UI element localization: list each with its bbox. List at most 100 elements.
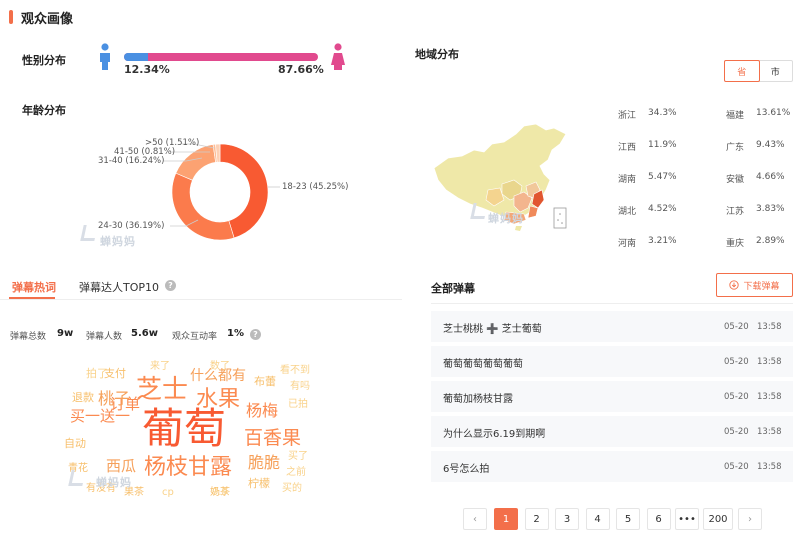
tab-top10[interactable]: 弹幕达人TOP10 <box>79 279 159 295</box>
region-value: 5.47% <box>648 172 677 182</box>
map-watermark-text: 蝉妈妈 <box>488 212 524 225</box>
interaction-rate-value: 1% <box>227 328 244 339</box>
word-cloud-word: 柠檬 <box>248 477 270 490</box>
danmu-text: 葡萄加杨枝甘露 <box>443 394 513 405</box>
male-percent: 12.34% <box>124 63 170 76</box>
word-cloud-word: 西瓜 <box>106 457 137 475</box>
toggle-province[interactable]: 省 <box>724 60 760 82</box>
word-cloud-word: 芝士 <box>136 375 189 405</box>
region-value: 4.66% <box>756 172 785 182</box>
help-icon[interactable]: ? <box>165 280 176 291</box>
word-cloud-word: 来了 <box>150 361 170 372</box>
danmu-row: 葡萄加杨枝甘露 05-20 13:58 <box>431 381 793 412</box>
next-page-button[interactable]: › <box>738 508 762 530</box>
danmu-row: 6号怎么拍 05-20 13:58 <box>431 451 793 482</box>
female-percent: 87.66% <box>278 63 324 76</box>
word-cloud-word: cp <box>162 487 174 498</box>
region-value: 3.83% <box>756 204 785 214</box>
region-label: 地域分布 <box>415 48 459 61</box>
word-cloud-word: 退款 <box>72 391 94 404</box>
page-ellipsis[interactable]: ••• <box>675 508 699 530</box>
prev-page-button[interactable]: ‹ <box>463 508 487 530</box>
danmu-time: 13:58 <box>757 392 782 402</box>
region-name: 重庆 <box>726 239 745 249</box>
region-value: 2.89% <box>756 236 785 246</box>
watermark-text: 蝉妈妈 <box>100 235 136 248</box>
word-cloud-word: 脆脆 <box>248 453 281 472</box>
region-name: 福建 <box>726 111 745 121</box>
word-cloud-word: 买的 <box>282 483 302 494</box>
danmu-text: 葡萄葡萄葡萄葡萄 <box>443 359 523 370</box>
region-name: 江苏 <box>726 207 745 217</box>
danmu-text: 为什么显示6.19到期啊 <box>443 429 546 440</box>
female-icon <box>331 43 345 70</box>
download-label: 下载弹幕 <box>743 281 780 292</box>
page-button-2[interactable]: 2 <box>524 508 549 530</box>
word-cloud-word: 自动 <box>64 437 86 450</box>
danmu-date: 05-20 <box>724 322 749 332</box>
download-danmu-button[interactable]: 下载弹幕 <box>716 273 793 297</box>
word-cloud-word: 有吗 <box>290 381 310 392</box>
danmu-divider <box>431 303 793 304</box>
region-name: 湖北 <box>618 207 637 217</box>
age-label: 年龄分布 <box>22 104 66 117</box>
danmu-time: 13:58 <box>757 427 782 437</box>
word-cloud-word: 布蕾 <box>254 375 276 388</box>
word-cloud-word: 水果 <box>196 387 241 412</box>
danmu-time: 13:58 <box>757 357 782 367</box>
page-button-last[interactable]: 200 <box>703 508 733 530</box>
section-title: 观众画像 <box>21 12 74 27</box>
cloud-watermark-text: 蝉妈妈 <box>96 476 132 489</box>
male-icon <box>100 43 110 70</box>
toggle-city[interactable]: 市 <box>759 61 793 81</box>
word-cloud-word: 桃子 <box>98 389 131 408</box>
all-danmu-title: 全部弹幕 <box>431 282 475 295</box>
word-cloud-word: 杨枝甘露 <box>144 455 233 480</box>
page-button-1[interactable]: 1 <box>494 508 518 530</box>
danmu-people-label: 弹幕人数 <box>86 332 123 342</box>
region-name: 湖南 <box>618 175 637 185</box>
page-button-4[interactable]: 4 <box>585 508 610 530</box>
danmu-total-value: 9w <box>57 328 74 339</box>
danmu-date: 05-20 <box>724 427 749 437</box>
danmu-people-value: 5.6w <box>131 328 158 339</box>
age-label-18-23: 18-23 (45.25%) <box>282 182 349 192</box>
danmu-total-label: 弹幕总数 <box>10 332 47 342</box>
interaction-rate-label: 观众互动率 <box>172 332 218 342</box>
region-toggle: 省 市 <box>724 60 793 82</box>
region-name: 浙江 <box>618 111 637 121</box>
region-value: 4.52% <box>648 204 677 214</box>
tab-divider <box>0 299 402 300</box>
gender-ratio-bar <box>124 53 318 61</box>
word-cloud-word: 已拍 <box>288 399 308 410</box>
region-name: 安徽 <box>726 175 745 185</box>
word-cloud-word: 9.9 <box>212 487 228 498</box>
page-button-3[interactable]: 3 <box>555 508 579 530</box>
danmu-text: 6号怎么拍 <box>443 464 490 475</box>
danmu-date: 05-20 <box>724 462 749 472</box>
word-cloud-word: 看不到 <box>280 365 310 376</box>
region-name: 广东 <box>726 143 745 153</box>
age-label-31-40: 31-40 (16.24%) <box>98 156 165 166</box>
download-icon <box>729 280 740 290</box>
word-cloud-word: 拍了 <box>86 367 108 380</box>
section-accent-bar <box>9 10 13 24</box>
tab-hot-words[interactable]: 弹幕热词 <box>12 279 56 295</box>
danmu-row: 芝士桃桃 ➕ 芝士葡萄 05-20 13:58 <box>431 311 793 342</box>
rate-help-icon[interactable]: ? <box>250 329 261 340</box>
page-button-5[interactable]: 5 <box>616 508 640 530</box>
male-ratio-fill <box>124 53 148 61</box>
region-value: 11.9% <box>648 140 677 150</box>
danmu-time: 13:58 <box>757 462 782 472</box>
word-cloud-word: 杨梅 <box>246 401 279 420</box>
word-cloud-word: 数了 <box>210 361 230 372</box>
danmu-time: 13:58 <box>757 322 782 332</box>
danmu-date: 05-20 <box>724 392 749 402</box>
word-cloud-word: 百香果 <box>244 427 302 449</box>
region-value: 9.43% <box>756 140 785 150</box>
region-name: 河南 <box>618 239 637 249</box>
region-value: 13.61% <box>756 108 791 118</box>
word-cloud-word: 买了 <box>288 451 308 462</box>
page-button-6[interactable]: 6 <box>646 508 671 530</box>
danmu-date: 05-20 <box>724 357 749 367</box>
